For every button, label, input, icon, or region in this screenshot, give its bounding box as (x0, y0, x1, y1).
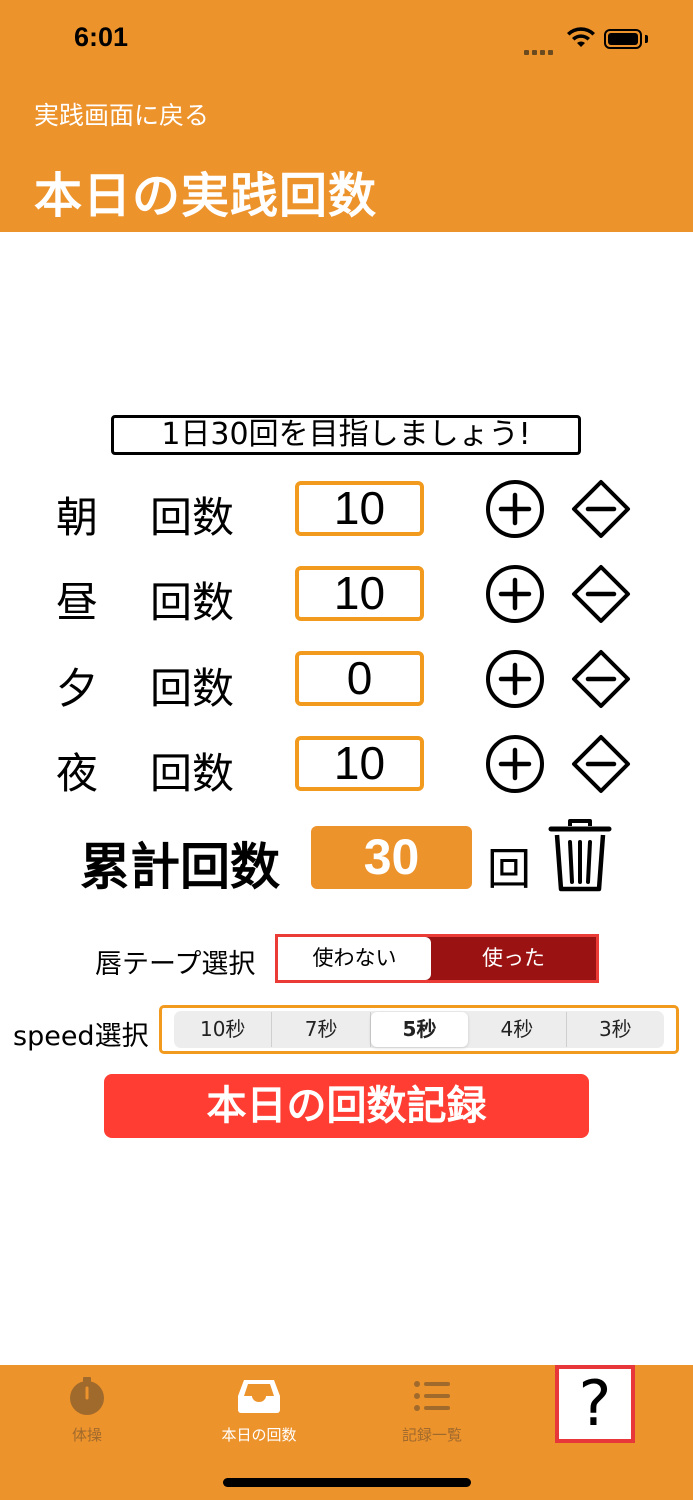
total-unit: 回 (487, 844, 531, 895)
speed-option-5s[interactable]: 5秒 (370, 1012, 469, 1047)
minus-diamond-icon[interactable] (571, 734, 631, 794)
cellular-signal-icon (524, 40, 558, 55)
total-count: 30 (311, 826, 472, 889)
count-night: 10 (295, 736, 424, 791)
count-label: 回数 (150, 578, 235, 627)
speed-label: speed選択 (13, 1021, 149, 1052)
period-label-evening: 夕 (56, 664, 99, 713)
minus-diamond-icon[interactable] (571, 479, 631, 539)
period-label-noon: 昼 (56, 578, 99, 627)
battery-icon (604, 29, 642, 49)
count-label: 回数 (150, 493, 235, 542)
record-button[interactable]: 本日の回数記録 (104, 1074, 589, 1138)
tape-segmented-control: 使わない 使った (275, 934, 599, 983)
plus-circle-icon[interactable] (485, 564, 545, 624)
count-noon: 10 (295, 566, 424, 621)
count-label: 回数 (150, 664, 235, 713)
total-label: 累計回数 (80, 838, 280, 896)
period-label-night: 夜 (56, 749, 99, 798)
page-title: 本日の実践回数 (34, 168, 378, 224)
battery-cap (645, 35, 648, 43)
list-icon (414, 1381, 450, 1411)
minus-diamond-icon[interactable] (571, 649, 631, 709)
count-evening: 0 (295, 651, 424, 706)
speed-option-4s[interactable]: 4秒 (468, 1012, 567, 1047)
tape-option-unused[interactable]: 使わない (278, 937, 431, 980)
plus-circle-icon[interactable] (485, 649, 545, 709)
count-morning: 10 (295, 481, 424, 536)
tab-record-list[interactable]: 記録一覧 (362, 1376, 502, 1445)
stopwatch-icon (70, 1377, 104, 1415)
speed-option-3s[interactable]: 3秒 (567, 1012, 664, 1047)
wifi-icon (567, 27, 595, 47)
tab-label: 記録一覧 (401, 1426, 462, 1444)
help-button[interactable]: ? (555, 1365, 635, 1443)
goal-banner: 1日30回を目指しましょう! (111, 415, 581, 455)
tab-label: 体操 (71, 1426, 102, 1444)
speed-control-frame: 10秒 7秒 5秒 4秒 3秒 (159, 1005, 679, 1054)
speed-segmented-control: 10秒 7秒 5秒 4秒 3秒 (174, 1011, 664, 1048)
plus-circle-icon[interactable] (485, 734, 545, 794)
plus-circle-icon[interactable] (485, 479, 545, 539)
count-label: 回数 (150, 749, 235, 798)
speed-option-10s[interactable]: 10秒 (174, 1012, 273, 1047)
tab-label: 本日の回数 (221, 1426, 297, 1444)
tape-option-used[interactable]: 使った (431, 937, 596, 980)
speed-option-7s[interactable]: 7秒 (272, 1012, 371, 1047)
tape-label: 唇テープ選択 (95, 949, 256, 980)
trash-icon[interactable] (548, 818, 612, 894)
home-indicator (223, 1478, 471, 1487)
minus-diamond-icon[interactable] (571, 564, 631, 624)
tab-exercise[interactable]: 体操 (17, 1376, 157, 1445)
period-label-morning: 朝 (56, 493, 99, 542)
inbox-tray-icon (238, 1380, 280, 1413)
status-time: 6:01 (74, 22, 129, 52)
tab-today-count[interactable]: 本日の回数 (189, 1376, 329, 1445)
back-link[interactable]: 実践画面に戻る (34, 96, 209, 132)
